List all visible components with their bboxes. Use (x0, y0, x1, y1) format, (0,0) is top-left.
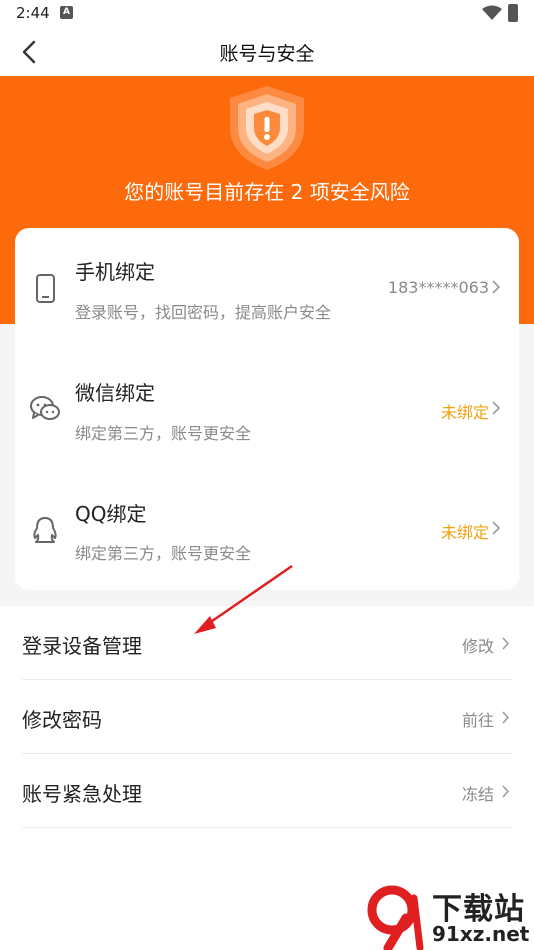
list-label: 登录设备管理 (22, 634, 142, 658)
list-value: 前往 (461, 711, 494, 730)
list-label: 账号紧急处理 (22, 782, 142, 806)
phone-icon (36, 274, 55, 303)
wechat-binding-row[interactable]: 微信绑定 绑定第三方，账号更安全 未绑定 (15, 349, 519, 469)
chevron-right-icon (502, 637, 510, 650)
chevron-right-icon (492, 401, 501, 415)
binding-title: QQ绑定 (75, 502, 147, 526)
notification-icon: A (60, 6, 73, 19)
status-time: 2:44 (16, 4, 50, 22)
binding-status: 未绑定 (440, 523, 489, 542)
risk-summary: 您的账号目前存在 2 项安全风险 (124, 180, 410, 204)
binding-title: 手机绑定 (75, 260, 155, 284)
binding-status: 未绑定 (440, 403, 489, 422)
binding-card: 手机绑定 登录账号，找回密码，提高账户安全 183*****063 微信绑定 绑… (15, 228, 519, 590)
status-bar: 2:44 A (0, 0, 534, 28)
nav-bar: 账号与安全 (0, 28, 534, 76)
wechat-icon (30, 396, 60, 420)
phone-binding-row[interactable]: 手机绑定 登录账号，找回密码，提高账户安全 183*****063 (15, 228, 519, 348)
shield-warning-icon (230, 86, 304, 170)
watermark-url: 91xz.net (432, 922, 530, 946)
list-label: 修改密码 (22, 708, 102, 732)
watermark: 下载站 91xz.net (362, 884, 534, 950)
qq-icon (33, 517, 57, 543)
battery-icon (508, 4, 518, 22)
annotation-arrow (194, 564, 293, 634)
binding-desc: 绑定第三方，账号更安全 (75, 544, 252, 563)
chevron-right-icon (502, 711, 510, 724)
chevron-right-icon (502, 785, 510, 798)
list-value: 修改 (461, 637, 494, 656)
account-emergency-row[interactable]: 账号紧急处理 冻结 (22, 754, 512, 828)
binding-title: 微信绑定 (75, 381, 155, 405)
wifi-icon (482, 5, 502, 20)
chevron-right-icon (492, 280, 501, 294)
binding-value: 183*****063 (387, 278, 489, 297)
binding-desc: 绑定第三方，账号更安全 (75, 424, 252, 443)
page-title: 账号与安全 (219, 43, 315, 65)
change-password-row[interactable]: 修改密码 前往 (22, 680, 512, 754)
binding-desc: 登录账号，找回密码，提高账户安全 (75, 303, 332, 322)
chevron-right-icon (492, 521, 501, 535)
site-logo-icon (367, 885, 424, 950)
list-value: 冻结 (461, 785, 494, 804)
